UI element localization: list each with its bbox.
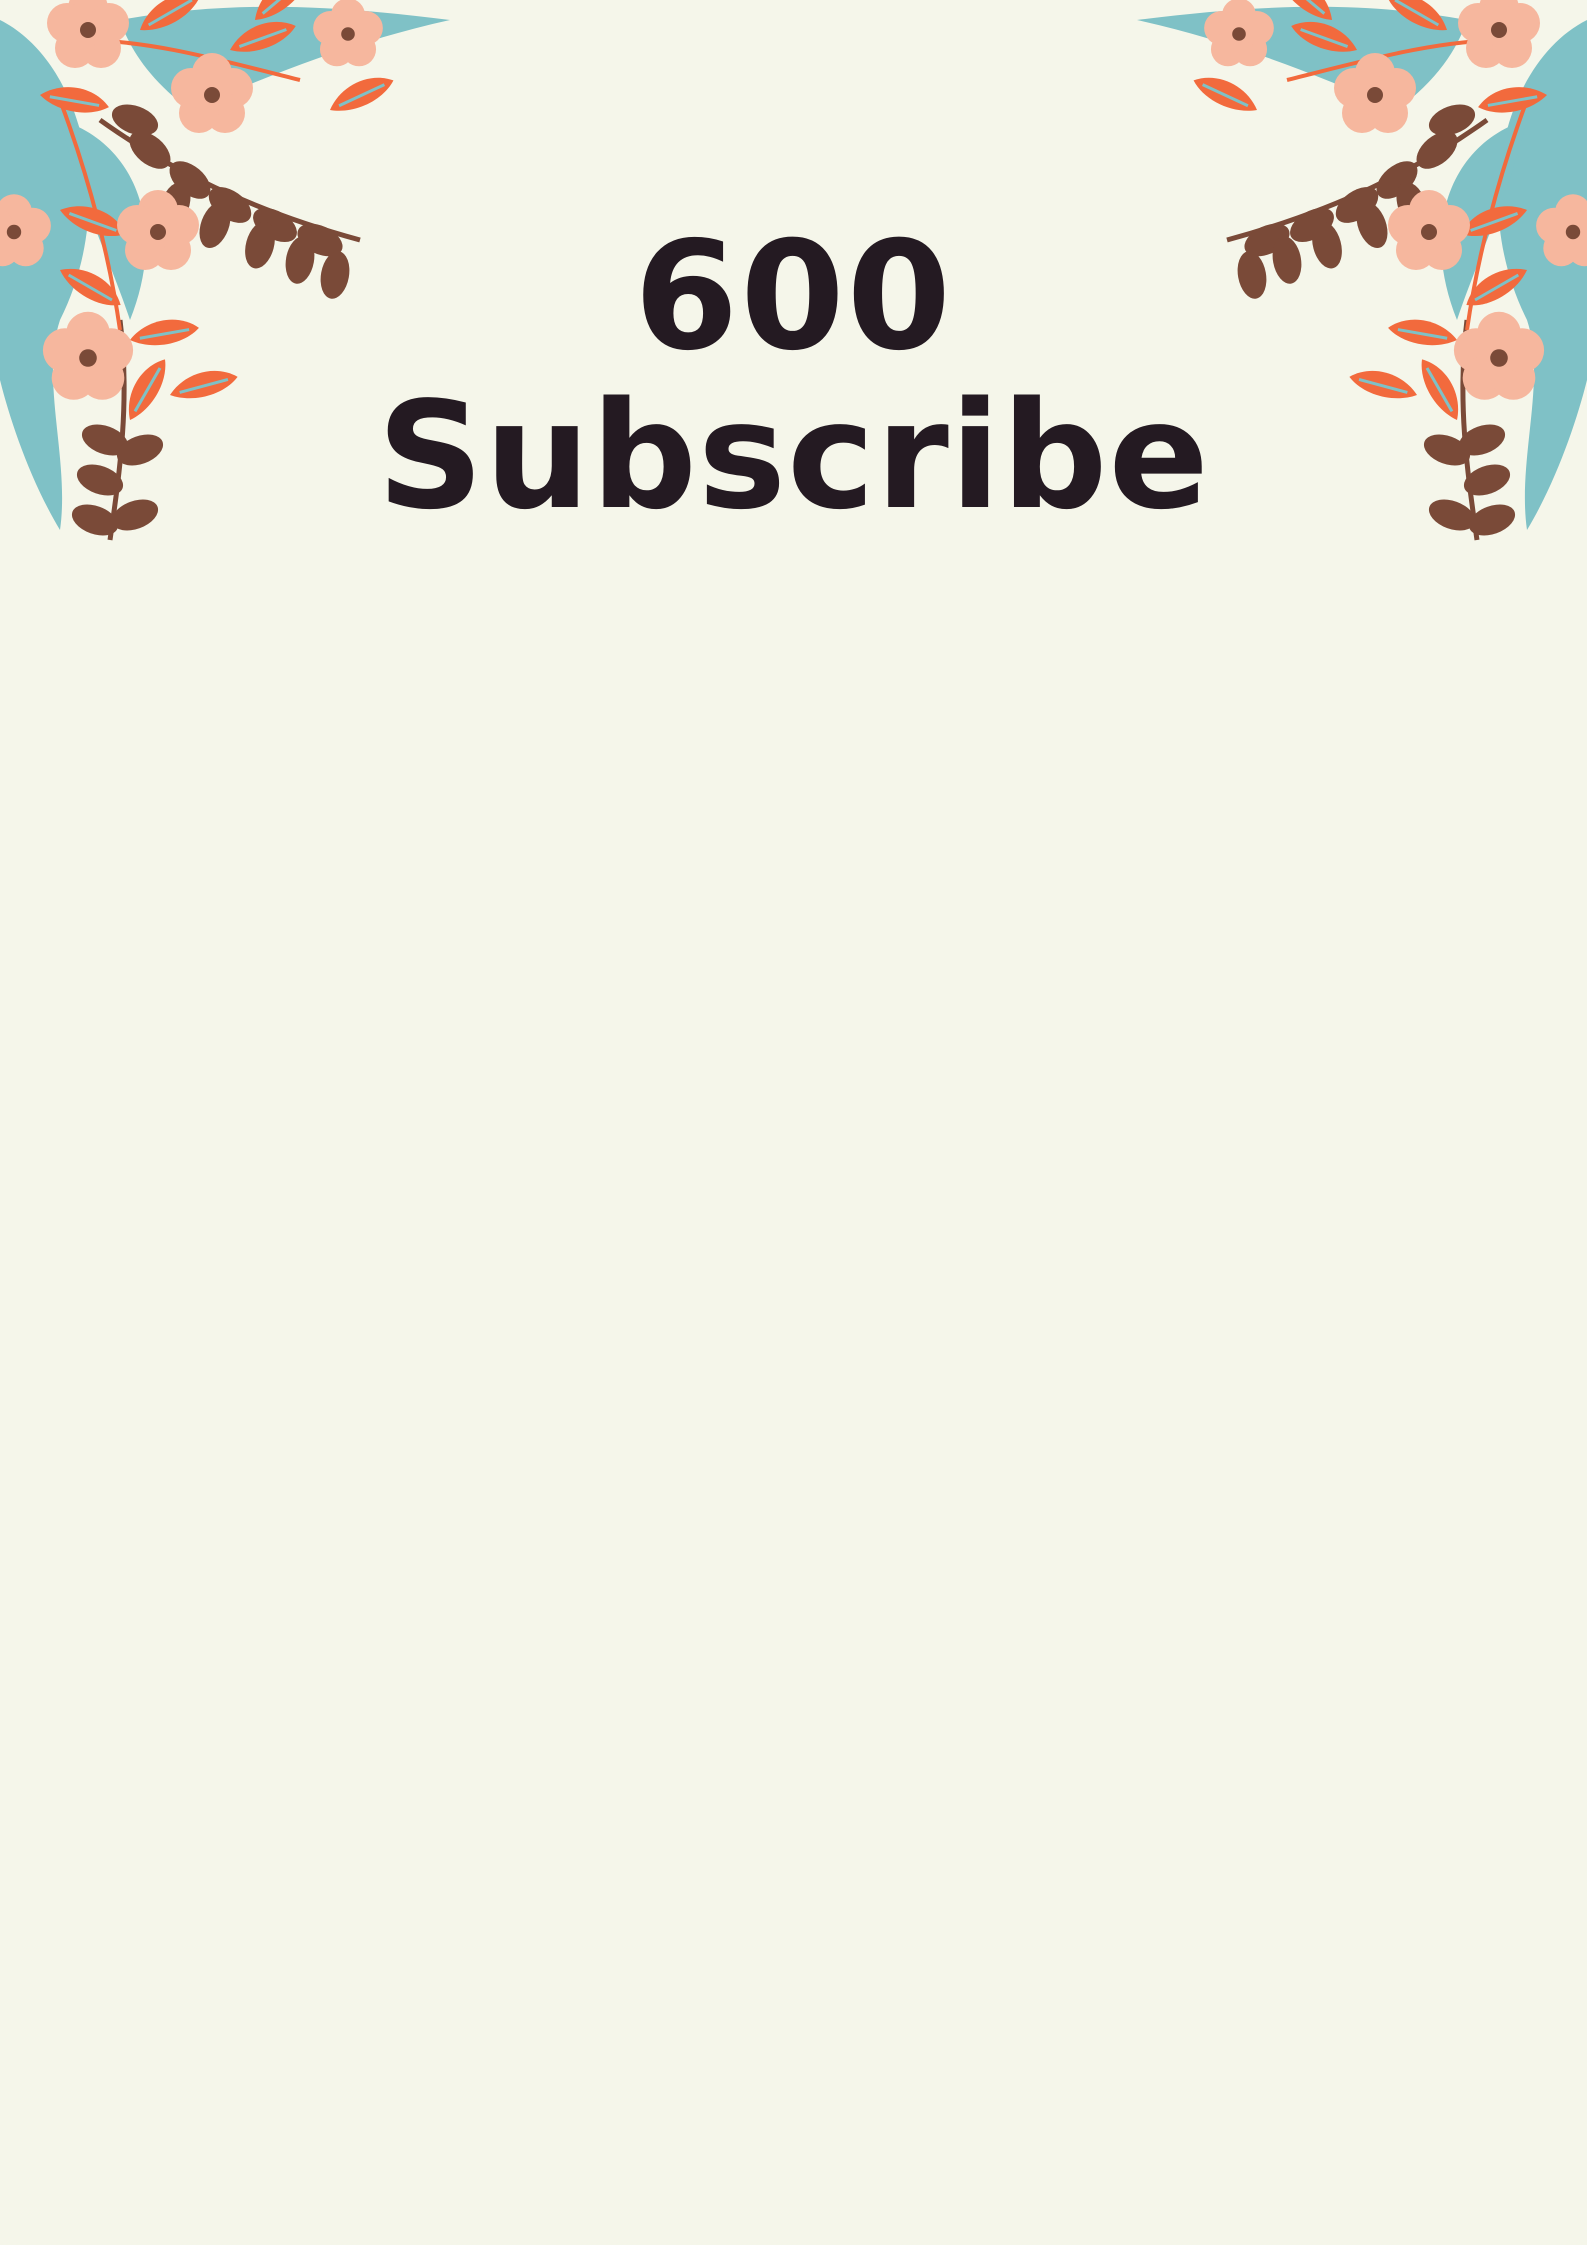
subscribe-label: Subscribe [377,370,1210,542]
subscriber-count: 600 [633,210,954,384]
headline: 600 Subscribe [0,218,1587,536]
